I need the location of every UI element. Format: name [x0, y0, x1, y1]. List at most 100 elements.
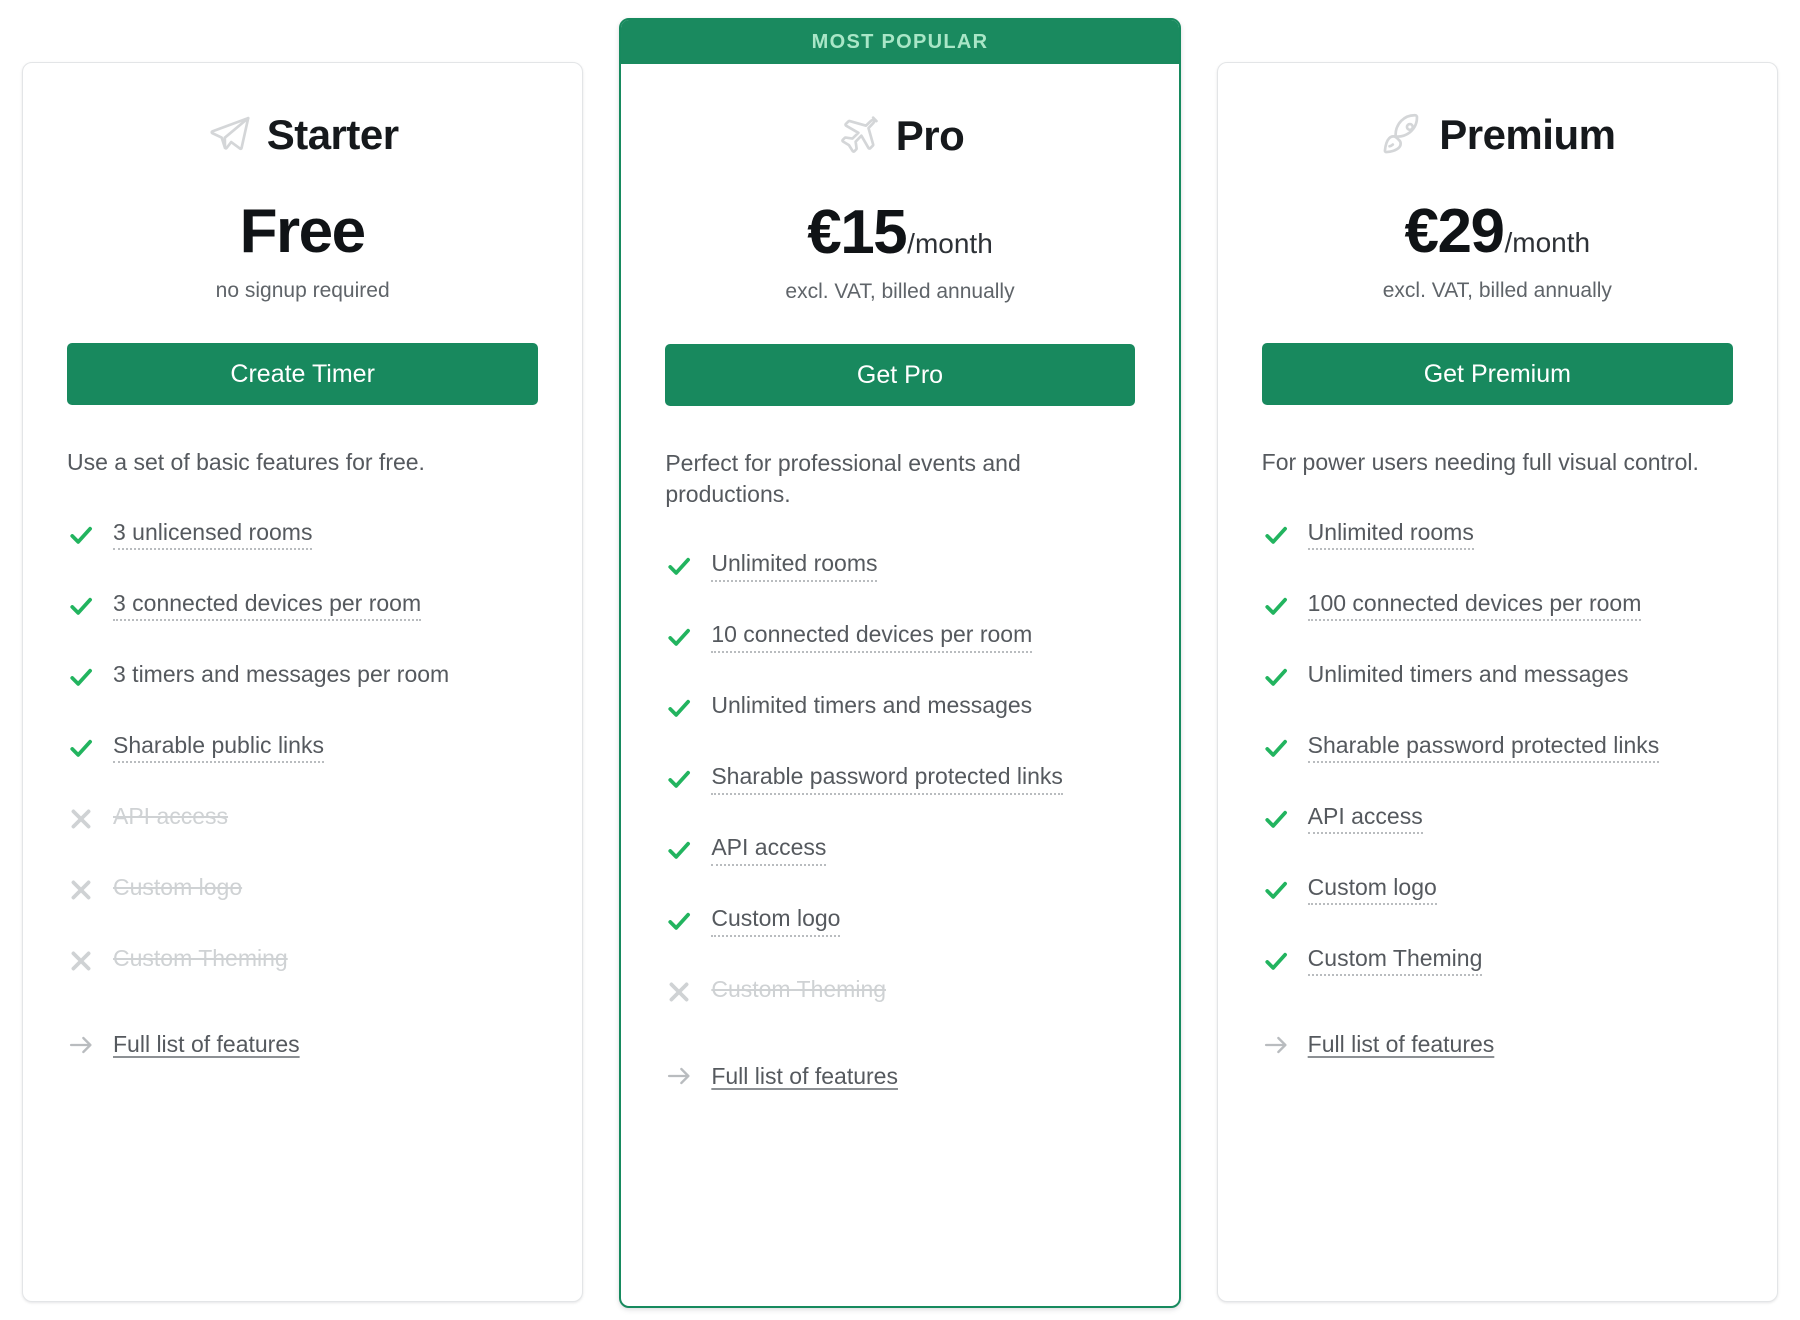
arrow-right-icon — [665, 1062, 693, 1090]
plan-price-row: €15/month — [665, 202, 1134, 264]
price-amount: €29 — [1404, 197, 1505, 266]
plan-price-row: Free — [67, 201, 538, 263]
check-icon — [1262, 947, 1290, 975]
feature-label[interactable]: Sharable public links — [113, 731, 324, 764]
feature-label[interactable]: 3 unlicensed rooms — [113, 518, 313, 551]
feature-list: Unlimited rooms 100 connected devices per… — [1262, 518, 1733, 1015]
price-note: excl. VAT, billed annually — [785, 280, 1015, 303]
check-icon — [67, 521, 95, 549]
full-list-of-features-row[interactable]: Full list of features — [1262, 1031, 1733, 1103]
feature-label[interactable]: 3 connected devices per room — [113, 589, 422, 622]
feature-label: Custom Theming — [711, 976, 887, 1003]
feature-item: Unlimited rooms — [1262, 518, 1733, 589]
rocket-icon — [1379, 112, 1425, 158]
feature-item: Custom Theming — [67, 944, 538, 1015]
check-icon — [67, 592, 95, 620]
plan-description: For power users needing full visual cont… — [1261, 449, 1699, 475]
check-icon — [1262, 876, 1290, 904]
feature-item: 3 connected devices per room — [67, 589, 538, 660]
feature-label[interactable]: Unlimited rooms — [1307, 518, 1474, 551]
check-icon — [665, 765, 693, 793]
feature-label: Custom logo — [113, 873, 243, 900]
cross-icon — [665, 978, 693, 1006]
feature-item: Custom Theming — [665, 975, 1134, 1046]
cross-icon — [67, 876, 95, 904]
feature-item: Unlimited timers and messages — [1262, 660, 1733, 731]
full-list-of-features-link[interactable]: Full list of features — [113, 1031, 300, 1058]
plan-name: Pro — [895, 112, 965, 159]
feature-label[interactable]: Custom logo — [1307, 873, 1437, 906]
feature-label[interactable]: API access — [711, 833, 827, 866]
feature-label[interactable]: Custom logo — [711, 904, 841, 937]
check-icon — [1262, 734, 1290, 762]
price-amount: Free — [239, 197, 366, 266]
plan-cta-button-pro[interactable]: Get Pro — [665, 344, 1135, 406]
check-icon — [665, 907, 693, 935]
plan-price-row: €29/month — [1262, 201, 1733, 263]
cross-icon — [67, 805, 95, 833]
feature-label[interactable]: Unlimited rooms — [711, 549, 878, 582]
plan-card-premium: Premium €29/month excl. VAT, billed annual… — [1216, 62, 1778, 1302]
feature-item: Sharable password protected links — [1262, 731, 1733, 802]
feature-list: 3 unlicensed rooms 3 connected devices pe… — [67, 518, 538, 1015]
plan-card-inner: Starter Free no signup required Create Time… — [67, 63, 539, 1103]
full-list-of-features-link[interactable]: Full list of features — [1308, 1031, 1495, 1058]
price-period: /month — [1504, 227, 1591, 258]
feature-item: 3 unlicensed rooms — [67, 518, 538, 589]
feature-item: 100 connected devices per room — [1262, 589, 1733, 660]
feature-label[interactable]: 10 connected devices per room — [711, 620, 1033, 653]
check-icon — [665, 836, 693, 864]
feature-item: API access — [1262, 802, 1733, 873]
arrow-right-icon — [67, 1031, 95, 1059]
full-list-of-features-link[interactable]: Full list of features — [711, 1063, 898, 1090]
plan-description: Perfect for professional events and prod… — [665, 450, 1021, 507]
plan-title-row: Starter — [67, 111, 538, 159]
feature-item: Unlimited timers and messages — [665, 691, 1134, 762]
check-icon — [665, 552, 693, 580]
feature-item: 3 timers and messages per room — [67, 660, 538, 731]
feature-label[interactable]: Sharable password protected links — [1307, 731, 1660, 764]
plan-card-inner: Pro €15/month excl. VAT, billed annually Ge… — [665, 20, 1135, 1134]
price-amount: €15 — [807, 198, 907, 267]
feature-item: Custom logo — [67, 873, 538, 944]
price-note: excl. VAT, billed annually — [1382, 279, 1612, 302]
check-icon — [1262, 663, 1290, 691]
full-list-of-features-row[interactable]: Full list of features — [67, 1031, 538, 1103]
plan-name: Starter — [266, 111, 399, 158]
feature-item: Custom logo — [665, 904, 1134, 975]
feature-item: Sharable public links — [67, 731, 538, 802]
plan-cta-button-premium[interactable]: Get Premium — [1261, 343, 1733, 405]
feature-item: Custom Theming — [1262, 944, 1733, 1015]
feature-label: Custom Theming — [113, 944, 288, 971]
pricing-plans-grid: Starter Free no signup required Create Time… — [0, 0, 1800, 1320]
plan-cta-button-starter[interactable]: Create Timer — [67, 343, 539, 405]
arrow-right-icon — [1262, 1031, 1290, 1059]
feature-label[interactable]: 100 connected devices per room — [1307, 589, 1642, 622]
check-icon — [665, 694, 693, 722]
check-icon — [665, 623, 693, 651]
feature-label: API access — [113, 802, 229, 829]
feature-item: Unlimited rooms — [665, 549, 1134, 620]
most-popular-label: MOST POPULAR — [811, 30, 989, 53]
price-note: no signup required — [215, 279, 390, 302]
check-icon — [1262, 521, 1290, 549]
full-list-of-features-row[interactable]: Full list of features — [665, 1062, 1134, 1134]
plan-card-starter: Starter Free no signup required Create Time… — [22, 62, 584, 1302]
feature-item: Sharable password protected links — [665, 762, 1134, 833]
feature-item: Custom logo — [1262, 873, 1733, 944]
feature-label[interactable]: Sharable password protected links — [711, 762, 1063, 795]
feature-label: 3 timers and messages per room — [113, 660, 450, 687]
plan-name: Premium — [1439, 111, 1616, 158]
feature-label[interactable]: API access — [1307, 802, 1423, 835]
plan-title-row: Premium — [1262, 111, 1733, 159]
check-icon — [1262, 805, 1290, 833]
feature-label[interactable]: Custom Theming — [1307, 944, 1483, 977]
check-icon — [67, 663, 95, 691]
feature-label: Unlimited timers and messages — [711, 692, 1033, 719]
feature-list: Unlimited rooms 10 connected devices per … — [665, 549, 1134, 1046]
check-icon — [1262, 592, 1290, 620]
cross-icon — [67, 947, 95, 975]
check-icon — [67, 734, 95, 762]
plan-description: Use a set of basic features for free. — [67, 449, 425, 475]
feature-item: 10 connected devices per room — [665, 620, 1134, 691]
